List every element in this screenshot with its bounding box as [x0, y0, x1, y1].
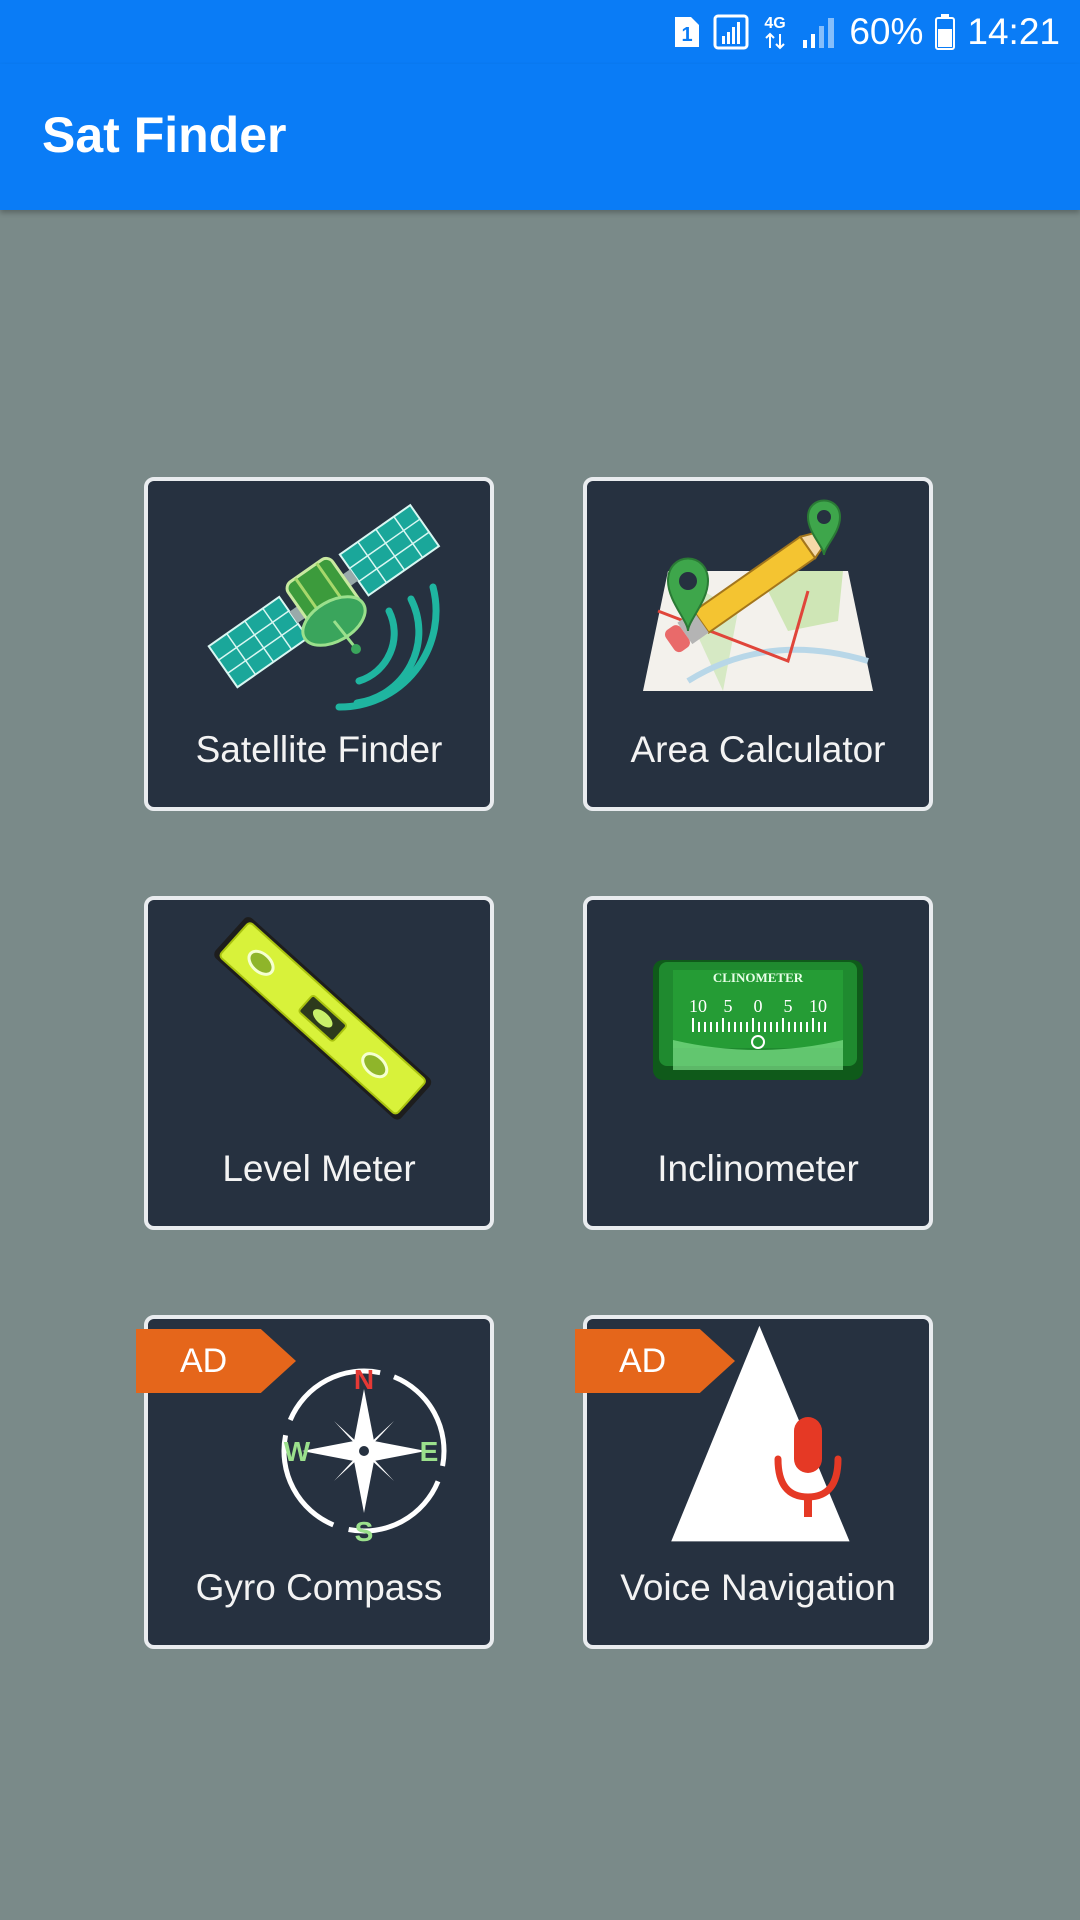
inclinometer-tile[interactable]: CLINOMETER 10 5 0 5 10 Inclinometer	[583, 896, 933, 1230]
clinometer-title: CLINOMETER	[713, 970, 804, 985]
spirit-level-icon	[148, 900, 490, 1130]
area-calculator-tile[interactable]: Area Calculator	[583, 477, 933, 811]
voice-navigation-tile[interactable]: AD Voice Navigation	[575, 1315, 933, 1649]
map-pencil-icon	[587, 481, 929, 711]
compass-east: E	[420, 1436, 439, 1467]
battery-icon	[935, 14, 956, 50]
tile-label: Inclinometer	[657, 1148, 859, 1189]
scale-label: 10	[689, 996, 707, 1016]
tile-label: Voice Navigation	[620, 1567, 896, 1608]
tile-label: Gyro Compass	[195, 1567, 443, 1608]
sim-icon: 1	[671, 15, 701, 49]
status-icons: 1 4G 60% 14:21	[671, 8, 1060, 56]
tile-label: Area Calculator	[630, 729, 886, 770]
compass-south: S	[355, 1516, 374, 1547]
satellite-finder-tile[interactable]: Satellite Finder	[144, 477, 494, 811]
app-bar: Sat Finder	[0, 64, 1080, 210]
network-4g-icon: 4G	[761, 12, 789, 52]
compass-west: W	[284, 1436, 311, 1467]
satellite-icon	[148, 481, 490, 711]
scale-label: 5	[724, 996, 733, 1016]
signal-icon	[801, 14, 837, 50]
scale-label: 5	[784, 996, 793, 1016]
compass-north: N	[354, 1364, 374, 1395]
sim-label: 1	[682, 24, 693, 46]
scale-label: 10	[809, 996, 827, 1016]
tile-label: Satellite Finder	[195, 729, 443, 770]
network-label: 4G	[765, 15, 786, 32]
level-meter-tile[interactable]: Level Meter	[144, 896, 494, 1230]
clock: 14:21	[967, 11, 1060, 52]
app-title: Sat Finder	[42, 107, 287, 163]
tile-label: Level Meter	[222, 1148, 416, 1189]
battery-percent: 60%	[849, 11, 924, 52]
gyro-compass-tile[interactable]: N E S W AD Gyro Compass	[136, 1315, 494, 1649]
scale-label: 0	[754, 996, 763, 1016]
status-bar: 1 4G 60% 14:21	[0, 0, 1080, 64]
signal-box-icon	[713, 14, 749, 50]
clinometer-icon: CLINOMETER 10 5 0 5 10	[587, 900, 929, 1130]
